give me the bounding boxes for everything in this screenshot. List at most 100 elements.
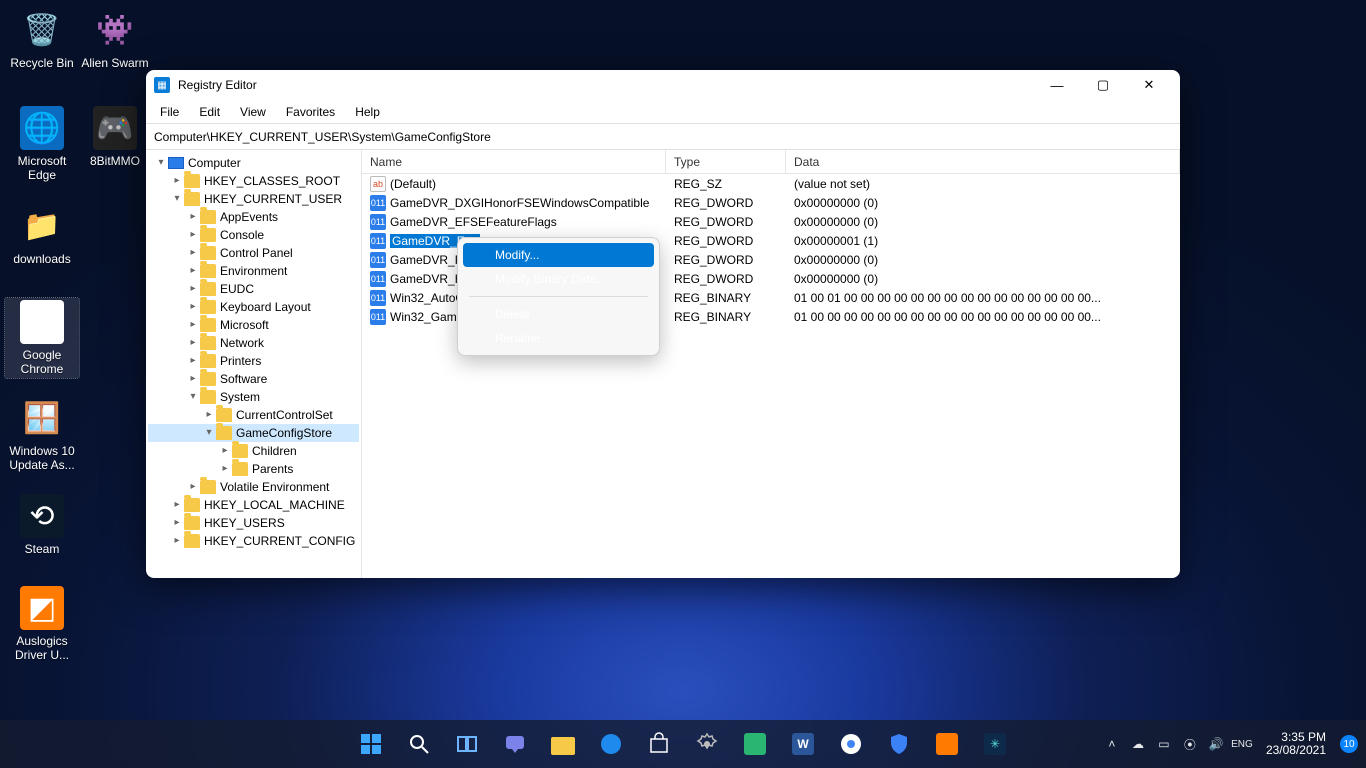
tree-twisty-icon[interactable]: ▾ bbox=[170, 190, 184, 208]
tree-node-printers[interactable]: ▸Printers bbox=[148, 352, 359, 370]
tree-node-hkey-users[interactable]: ▸HKEY_USERS bbox=[148, 514, 359, 532]
address-bar[interactable]: Computer\HKEY_CURRENT_USER\System\GameCo… bbox=[146, 124, 1180, 150]
desktop-icon-microsoft-edge[interactable]: 🌐Microsoft Edge bbox=[5, 106, 79, 182]
tree-node-eudc[interactable]: ▸EUDC bbox=[148, 280, 359, 298]
value-row[interactable]: ab(Default)REG_SZ(value not set) bbox=[362, 174, 1180, 193]
value-type: REG_DWORD bbox=[666, 234, 786, 248]
tree-twisty-icon[interactable]: ▸ bbox=[186, 262, 200, 280]
tree-twisty-icon[interactable]: ▸ bbox=[218, 460, 232, 478]
tree-node-gameconfigstore[interactable]: ▾GameConfigStore bbox=[148, 424, 359, 442]
titlebar[interactable]: ▦ Registry Editor — ▢ ✕ bbox=[146, 70, 1180, 100]
tree-twisty-icon[interactable]: ▸ bbox=[186, 208, 200, 226]
tree-node-computer[interactable]: ▾Computer bbox=[148, 154, 359, 172]
tree-node-hkey-local-machine[interactable]: ▸HKEY_LOCAL_MACHINE bbox=[148, 496, 359, 514]
tree-twisty-icon[interactable]: ▸ bbox=[186, 316, 200, 334]
tray-chevron-up-icon[interactable]: ˄ bbox=[1104, 736, 1120, 752]
desktop-icon-alien-swarm[interactable]: 👾Alien Swarm bbox=[78, 8, 152, 70]
column-data[interactable]: Data bbox=[786, 150, 1180, 173]
tree-twisty-icon[interactable]: ▸ bbox=[186, 226, 200, 244]
taskbar-app2-icon[interactable] bbox=[927, 724, 967, 764]
tree-twisty-icon[interactable]: ▸ bbox=[170, 496, 184, 514]
notification-badge[interactable]: 10 bbox=[1340, 735, 1358, 753]
menu-view[interactable]: View bbox=[232, 102, 274, 122]
wifi-icon[interactable]: ⦿ bbox=[1182, 736, 1198, 752]
tree-node-system[interactable]: ▾System bbox=[148, 388, 359, 406]
tree-node-console[interactable]: ▸Console bbox=[148, 226, 359, 244]
tree-node-volatile-environment[interactable]: ▸Volatile Environment bbox=[148, 478, 359, 496]
tree-twisty-icon[interactable]: ▸ bbox=[186, 478, 200, 496]
tree-twisty-icon[interactable]: ▸ bbox=[186, 352, 200, 370]
context-rename[interactable]: Rename bbox=[463, 326, 654, 350]
tree-node-appevents[interactable]: ▸AppEvents bbox=[148, 208, 359, 226]
tree-twisty-icon[interactable]: ▸ bbox=[218, 442, 232, 460]
tree-node-environment[interactable]: ▸Environment bbox=[148, 262, 359, 280]
taskbar-settings-icon[interactable] bbox=[687, 724, 727, 764]
taskbar-file-explorer-icon[interactable] bbox=[543, 724, 583, 764]
value-row[interactable]: 011GameDVR_DXGIHonorFSEWindowsCompatible… bbox=[362, 193, 1180, 212]
taskbar-app3-icon[interactable]: ✳ bbox=[975, 724, 1015, 764]
menu-file[interactable]: File bbox=[152, 102, 187, 122]
tree-twisty-icon[interactable]: ▸ bbox=[186, 280, 200, 298]
context-delete[interactable]: Delete bbox=[463, 302, 654, 326]
menu-help[interactable]: Help bbox=[347, 102, 388, 122]
menu-edit[interactable]: Edit bbox=[191, 102, 228, 122]
context-modify-binary-data-[interactable]: Modify Binary Data... bbox=[463, 267, 654, 291]
desktop-icon-recycle-bin[interactable]: 🗑️Recycle Bin bbox=[5, 8, 79, 70]
tree-pane[interactable]: ▾Computer▸HKEY_CLASSES_ROOT▾HKEY_CURRENT… bbox=[146, 150, 362, 578]
taskbar-store-icon[interactable] bbox=[639, 724, 679, 764]
taskbar-search-icon[interactable] bbox=[399, 724, 439, 764]
tree-node-parents[interactable]: ▸Parents bbox=[148, 460, 359, 478]
minimize-button[interactable]: — bbox=[1034, 70, 1080, 100]
desktop-icon-8bitmmo[interactable]: 🎮8BitMMO bbox=[78, 106, 152, 168]
maximize-button[interactable]: ▢ bbox=[1080, 70, 1126, 100]
tree-node-network[interactable]: ▸Network bbox=[148, 334, 359, 352]
volume-icon[interactable]: 🔊 bbox=[1208, 736, 1224, 752]
tree-node-hkey-current-config[interactable]: ▸HKEY_CURRENT_CONFIG bbox=[148, 532, 359, 550]
tree-node-software[interactable]: ▸Software bbox=[148, 370, 359, 388]
desktop-icon-google-chrome[interactable]: ◎Google Chrome bbox=[5, 298, 79, 378]
desktop-icon-downloads[interactable]: 📁downloads bbox=[5, 204, 79, 266]
clock[interactable]: 3:35 PM 23/08/2021 bbox=[1266, 731, 1326, 757]
taskbar-task-view-icon[interactable] bbox=[447, 724, 487, 764]
tree-twisty-icon[interactable]: ▾ bbox=[186, 388, 200, 406]
tree-node-currentcontrolset[interactable]: ▸CurrentControlSet bbox=[148, 406, 359, 424]
system-tray[interactable]: ˄ ☁ ▭ ⦿ 🔊 ENG 3:35 PM 23/08/2021 10 bbox=[1104, 731, 1358, 757]
desktop-icon-windows-10-update-as-[interactable]: 🪟Windows 10 Update As... bbox=[5, 396, 79, 472]
battery-icon[interactable]: ▭ bbox=[1156, 736, 1172, 752]
tree-node-keyboard-layout[interactable]: ▸Keyboard Layout bbox=[148, 298, 359, 316]
tree-twisty-icon[interactable]: ▾ bbox=[202, 424, 216, 442]
desktop-icon-auslogics-driver-u-[interactable]: ◩Auslogics Driver U... bbox=[5, 586, 79, 662]
taskbar-chat-icon[interactable] bbox=[495, 724, 535, 764]
tree-twisty-icon[interactable]: ▸ bbox=[170, 172, 184, 190]
tree-twisty-icon[interactable]: ▸ bbox=[186, 334, 200, 352]
taskbar-start-icon[interactable] bbox=[351, 724, 391, 764]
menu-favorites[interactable]: Favorites bbox=[278, 102, 343, 122]
tree-node-hkey-current-user[interactable]: ▾HKEY_CURRENT_USER bbox=[148, 190, 359, 208]
tree-twisty-icon[interactable]: ▸ bbox=[186, 244, 200, 262]
close-button[interactable]: ✕ bbox=[1126, 70, 1172, 100]
tree-node-microsoft[interactable]: ▸Microsoft bbox=[148, 316, 359, 334]
tree-node-children[interactable]: ▸Children bbox=[148, 442, 359, 460]
context-modify-[interactable]: Modify... bbox=[463, 243, 654, 267]
taskbar-edge-icon[interactable] bbox=[591, 724, 631, 764]
taskbar-word-icon[interactable]: W bbox=[783, 724, 823, 764]
taskbar-chrome-icon[interactable] bbox=[831, 724, 871, 764]
tree-twisty-icon[interactable]: ▸ bbox=[186, 370, 200, 388]
column-type[interactable]: Type bbox=[666, 150, 786, 173]
tree-twisty-icon[interactable]: ▸ bbox=[170, 532, 184, 550]
value-row[interactable]: 011GameDVR_EFSEFeatureFlagsREG_DWORD0x00… bbox=[362, 212, 1180, 231]
taskbar-security-icon[interactable] bbox=[879, 724, 919, 764]
list-header[interactable]: Name Type Data bbox=[362, 150, 1180, 174]
desktop-icon-steam[interactable]: ⟲Steam bbox=[5, 494, 79, 556]
tree-twisty-icon[interactable]: ▾ bbox=[154, 154, 168, 172]
tree-node-hkey-classes-root[interactable]: ▸HKEY_CLASSES_ROOT bbox=[148, 172, 359, 190]
onedrive-icon[interactable]: ☁ bbox=[1130, 736, 1146, 752]
value-name: Win32_Gamel bbox=[390, 310, 466, 324]
tree-node-control-panel[interactable]: ▸Control Panel bbox=[148, 244, 359, 262]
language-icon[interactable]: ENG bbox=[1234, 736, 1250, 752]
tree-twisty-icon[interactable]: ▸ bbox=[202, 406, 216, 424]
taskbar-app1-icon[interactable] bbox=[735, 724, 775, 764]
tree-twisty-icon[interactable]: ▸ bbox=[186, 298, 200, 316]
tree-twisty-icon[interactable]: ▸ bbox=[170, 514, 184, 532]
column-name[interactable]: Name bbox=[362, 150, 666, 173]
